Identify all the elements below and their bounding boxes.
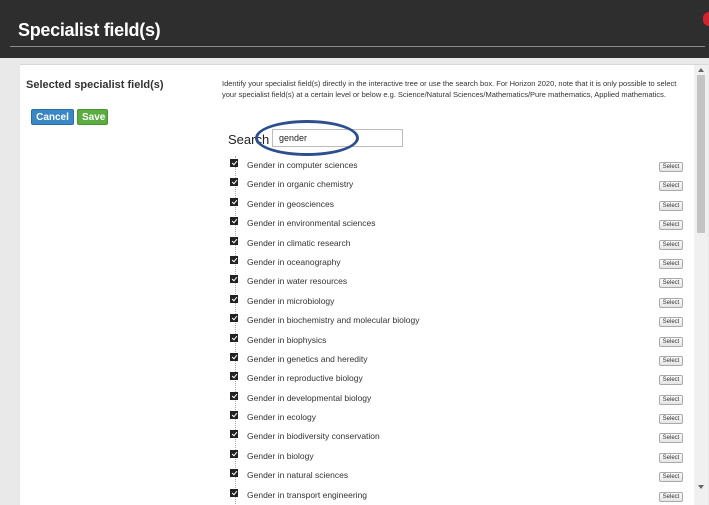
result-label[interactable]: Gender in biology (247, 451, 314, 461)
checkbox-icon[interactable] (230, 217, 238, 226)
select-button[interactable]: Select (659, 336, 683, 347)
scroll-up-icon[interactable] (698, 68, 704, 72)
select-button[interactable]: Select (659, 278, 683, 289)
result-label[interactable]: Gender in biodiversity conservation (247, 431, 380, 441)
checkbox-icon[interactable] (230, 372, 238, 381)
result-row[interactable]: Gender in geosciences Select (230, 195, 686, 214)
select-button[interactable]: Select (659, 220, 683, 231)
title-bar: Specialist field(s) (0, 0, 709, 58)
result-label[interactable]: Gender in computer sciences (247, 160, 358, 170)
result-label[interactable]: Gender in organic chemistry (247, 179, 353, 189)
result-label[interactable]: Gender in developmental biology (247, 393, 371, 403)
result-row[interactable]: Gender in biology Select (230, 447, 686, 466)
result-row[interactable]: Gender in biodiversity conservation Selec… (230, 427, 686, 446)
result-label[interactable]: Gender in natural sciences (247, 470, 348, 480)
result-label[interactable]: Gender in oceanography (247, 257, 341, 267)
select-button[interactable]: Select (659, 491, 683, 502)
checkbox-icon[interactable] (230, 294, 238, 303)
close-icon[interactable] (703, 12, 709, 26)
dialog-title: Specialist field(s) (18, 20, 161, 40)
highlight-circle-annotation (255, 120, 359, 156)
result-label[interactable]: Gender in environmental sciences (247, 218, 376, 228)
checkbox-icon[interactable] (230, 469, 238, 478)
checkbox-icon[interactable] (230, 391, 238, 400)
result-label[interactable]: Gender in geosciences (247, 199, 334, 209)
result-label[interactable]: Gender in reproductive biology (247, 373, 363, 383)
select-button[interactable]: Select (659, 472, 683, 483)
result-row[interactable]: Gender in oceanography Select (230, 253, 686, 272)
checkbox-icon[interactable] (230, 159, 238, 167)
checkbox-icon[interactable] (230, 197, 238, 206)
result-label[interactable]: Gender in biochemistry and molecular bio… (247, 315, 419, 325)
result-row[interactable]: Gender in water resources Select (230, 272, 686, 291)
results-tree: Gender in computer sciences Select Gender … (230, 156, 686, 505)
checkbox-icon[interactable] (230, 333, 238, 342)
checkbox-icon[interactable] (230, 430, 238, 439)
result-row[interactable]: Gender in computer sciences Select (230, 156, 686, 175)
checkbox-icon[interactable] (230, 314, 238, 323)
result-row[interactable]: Gender in ecology Select (230, 408, 686, 427)
checkbox-icon[interactable] (230, 411, 238, 420)
result-row[interactable]: Gender in biochemistry and molecular bio… (230, 311, 686, 330)
select-button[interactable]: Select (659, 200, 683, 211)
title-divider (10, 46, 705, 47)
checkbox-icon[interactable] (230, 449, 238, 458)
scroll-thumb[interactable] (697, 75, 705, 233)
result-label[interactable]: Gender in water resources (247, 276, 347, 286)
save-button[interactable]: Save (77, 109, 108, 125)
checkbox-icon[interactable] (230, 352, 238, 361)
cancel-button[interactable]: Cancel (31, 109, 74, 125)
result-row[interactable]: Gender in biophysics Select (230, 331, 686, 350)
result-label[interactable]: Gender in ecology (247, 412, 316, 422)
select-button[interactable]: Select (659, 452, 683, 463)
select-button[interactable]: Select (659, 394, 683, 405)
result-row[interactable]: Gender in climatic research Select (230, 234, 686, 253)
result-row[interactable]: Gender in environmental sciences Select (230, 214, 686, 233)
result-row[interactable]: Gender in organic chemistry Select (230, 175, 686, 194)
select-button[interactable]: Select (659, 239, 683, 250)
result-row[interactable]: Gender in microbiology Select (230, 292, 686, 311)
select-button[interactable]: Select (659, 355, 683, 366)
result-row[interactable]: Gender in transport engineering Select (230, 486, 686, 505)
select-button[interactable]: Select (659, 375, 683, 386)
checkbox-icon[interactable] (230, 488, 238, 497)
result-row[interactable]: Gender in genetics and heredity Select (230, 350, 686, 369)
instructions-text: Identify your specialist field(s) direct… (222, 79, 677, 99)
result-row[interactable]: Gender in natural sciences Select (230, 466, 686, 485)
checkbox-icon[interactable] (230, 236, 238, 245)
result-label[interactable]: Gender in biophysics (247, 335, 326, 345)
select-button[interactable]: Select (659, 258, 683, 269)
vertical-scrollbar[interactable] (694, 65, 708, 505)
dialog-panel: Selected specialist field(s) Cancel Save… (20, 64, 708, 505)
select-button[interactable]: Select (659, 297, 683, 308)
field-tree-panel: Identify your specialist field(s) direct… (222, 65, 686, 505)
selected-fields-heading: Selected specialist field(s) (26, 79, 164, 91)
result-label[interactable]: Gender in transport engineering (247, 490, 367, 500)
result-label[interactable]: Gender in climatic research (247, 238, 350, 248)
checkbox-icon[interactable] (230, 178, 238, 187)
selected-fields-panel: Selected specialist field(s) Cancel Save (20, 65, 210, 505)
result-label[interactable]: Gender in genetics and heredity (247, 354, 368, 364)
result-row[interactable]: Gender in developmental biology Select (230, 389, 686, 408)
result-row[interactable]: Gender in reproductive biology Select (230, 369, 686, 388)
select-button[interactable]: Select (659, 414, 683, 425)
select-button[interactable]: Select (659, 162, 683, 172)
checkbox-icon[interactable] (230, 275, 238, 284)
result-label[interactable]: Gender in microbiology (247, 296, 334, 306)
scroll-down-icon[interactable] (698, 485, 704, 489)
select-button[interactable]: Select (659, 433, 683, 444)
select-button[interactable]: Select (659, 181, 683, 192)
select-button[interactable]: Select (659, 317, 683, 328)
checkbox-icon[interactable] (230, 255, 238, 264)
